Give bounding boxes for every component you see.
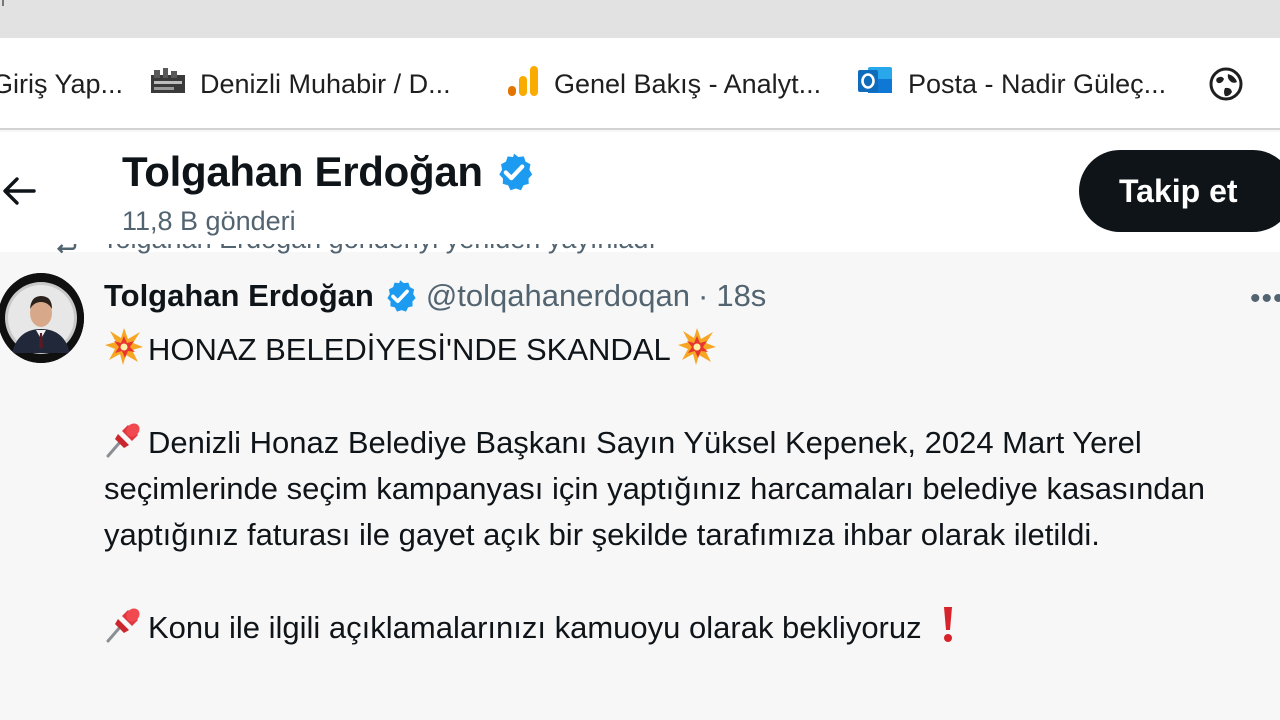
bookmark-outlook[interactable]: Posta - Nadir Güleç... [856, 62, 1166, 106]
bookmark-giris-yap[interactable]: Giriş Yap... [0, 62, 123, 106]
tweet-body: HONAZ BELEDİYESİ'NDE SKANDAL Denizli Hon… [104, 326, 1274, 651]
bookmark-label: Denizli Muhabir / D... [200, 68, 451, 99]
avatar[interactable] [0, 273, 84, 363]
bookmark-analytics[interactable]: Genel Bakış - Analyt... [506, 62, 821, 106]
bookmark-denizli-muhabir[interactable]: Denizli Muhabir / D... [150, 62, 451, 106]
repost-notice-text: Tolgahan Erdoğan gönderiyi yeniden yayın… [102, 244, 656, 255]
tweet-timestamp[interactable]: 18s [716, 278, 766, 314]
profile-name-text: Tolgahan Erdoğan [122, 148, 483, 195]
separator-dot: · [698, 278, 709, 313]
follow-button[interactable]: Takip et [1079, 150, 1280, 232]
tweet-paragraph-1-text: Denizli Honaz Belediye Başkanı Sayın Yük… [104, 425, 1206, 552]
tweet-title: HONAZ BELEDİYESİ'NDE SKANDAL [148, 332, 671, 367]
newspaper-favicon-icon [150, 67, 186, 102]
collision-emoji-icon [105, 328, 143, 365]
exclamation-emoji-icon [943, 607, 952, 642]
more-options-icon[interactable]: ••• [1250, 282, 1280, 316]
tweet-title-line: HONAZ BELEDİYESİ'NDE SKANDAL [104, 326, 1274, 373]
repost-notice: Tolgahan Erdoğan gönderiyi yeniden yayın… [0, 244, 1280, 262]
bookmark-label: Genel Bakış - Analyt... [554, 68, 822, 99]
bookmark-label: Posta - Nadir Güleç... [908, 68, 1167, 99]
tweet-author-handle[interactable]: @tolqahanerdoqan [426, 278, 690, 314]
analytics-bars-icon [506, 64, 540, 105]
pushpin-emoji-icon [106, 608, 140, 643]
repost-icon [56, 244, 77, 253]
globe-icon[interactable] [1208, 66, 1244, 102]
tweet-paragraph-2: Konu ile ilgili açıklamalarınızı kamuoyu… [104, 604, 1274, 651]
tweet-paragraph-1: Denizli Honaz Belediye Başkanı Sayın Yük… [104, 419, 1274, 558]
bookmark-label: Giriş Yap... [0, 68, 124, 99]
post-count: 11,8 B gönderi [122, 206, 296, 236]
tweet-header: Tolgahan Erdoğan @tolqahanerdoqan · 18s [104, 276, 766, 316]
browser-chrome-top [0, 0, 1280, 38]
pushpin-emoji-icon [106, 423, 140, 458]
verified-badge-icon [387, 280, 416, 312]
back-arrow-icon[interactable] [0, 172, 40, 212]
tab-edge [2, 0, 4, 6]
tweet-author-name[interactable]: Tolgahan Erdoğan [104, 278, 374, 314]
profile-name: Tolgahan Erdoğan [122, 148, 535, 196]
outlook-icon [856, 63, 894, 106]
collision-emoji-icon [677, 328, 716, 365]
verified-badge-icon [499, 153, 532, 191]
tweet-paragraph-2-text: Konu ile ilgili açıklamalarınızı kamuoyu… [148, 610, 922, 645]
